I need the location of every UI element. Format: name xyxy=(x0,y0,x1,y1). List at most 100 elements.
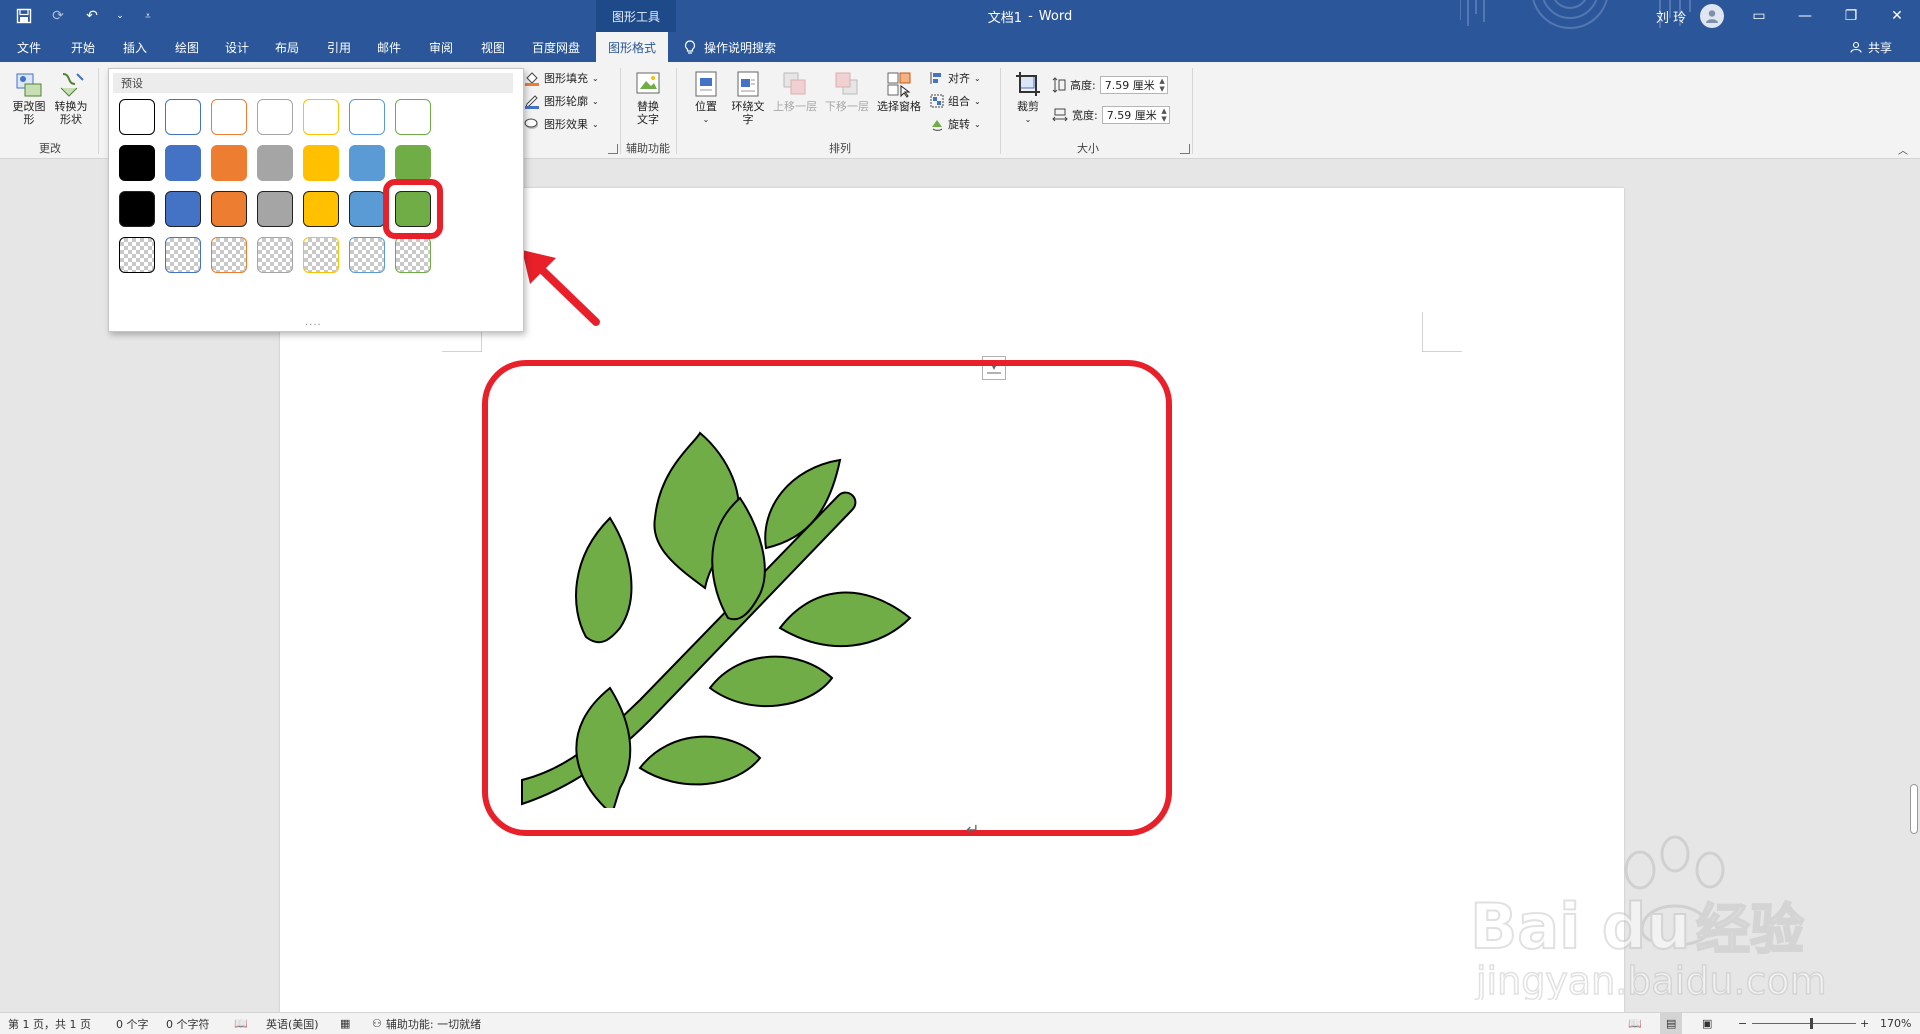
read-mode-icon[interactable]: 📖 xyxy=(1628,1013,1642,1034)
style-swatch-4-7[interactable] xyxy=(395,237,431,273)
style-swatch-2-1[interactable] xyxy=(119,145,155,181)
bring-forward-button[interactable]: 上移一层 xyxy=(770,70,820,113)
crop-button[interactable]: 裁剪 ⌄ xyxy=(1010,70,1046,126)
style-swatch-2-4[interactable] xyxy=(257,145,293,181)
page-count[interactable]: 第 1 页，共 1 页 xyxy=(8,1013,91,1034)
style-swatch-2-7[interactable] xyxy=(395,145,431,181)
context-tools-label: 图形工具 xyxy=(596,0,676,32)
tab-insert[interactable]: 插入 xyxy=(112,32,158,62)
style-swatch-2-5[interactable] xyxy=(303,145,339,181)
width-input[interactable]: 7.59 厘米 ▲ ▼ xyxy=(1101,106,1170,124)
tab-home[interactable]: 开始 xyxy=(60,32,106,62)
group-objects-button[interactable]: 组合 ⌄ xyxy=(930,93,981,109)
proofing-icon[interactable]: 📖 xyxy=(234,1013,248,1034)
style-swatch-1-2[interactable] xyxy=(165,99,201,135)
width-spinner-icon[interactable]: ▲ ▼ xyxy=(1161,107,1166,123)
group-icon xyxy=(930,94,944,108)
style-swatch-3-6[interactable] xyxy=(349,191,385,227)
zoom-in-icon[interactable]: + xyxy=(1860,1013,1869,1034)
group-separator xyxy=(676,68,677,154)
style-swatch-4-6[interactable] xyxy=(349,237,385,273)
shape-fill-button[interactable]: 图形填充 ⌄ xyxy=(524,70,599,86)
position-icon xyxy=(695,71,717,97)
gallery-more-handle[interactable]: .... xyxy=(305,317,322,328)
style-swatch-3-5[interactable] xyxy=(303,191,339,227)
style-swatch-1-1[interactable] xyxy=(119,99,155,135)
position-button[interactable]: 位置 ⌄ xyxy=(686,70,726,126)
send-backward-button[interactable]: 下移一层 xyxy=(822,70,872,113)
style-swatch-1-7[interactable] xyxy=(395,99,431,135)
style-swatch-3-2[interactable] xyxy=(165,191,201,227)
send-backward-icon xyxy=(835,72,858,95)
style-swatch-4-2[interactable] xyxy=(165,237,201,273)
selection-pane-button[interactable]: 选择窗格 xyxy=(874,70,924,113)
tab-references[interactable]: 引用 xyxy=(316,32,362,62)
shape-outline-button[interactable]: 图形轮廓 ⌄ xyxy=(524,93,599,109)
height-input[interactable]: 7.59 厘米 ▲ ▼ xyxy=(1099,76,1168,94)
print-layout-icon[interactable]: ▤ xyxy=(1660,1013,1683,1034)
zoom-slider[interactable] xyxy=(1752,1013,1856,1034)
share-button[interactable]: 共享 xyxy=(1850,32,1892,62)
vertical-scrollbar-thumb[interactable] xyxy=(1910,784,1918,834)
style-swatch-4-5[interactable] xyxy=(303,237,339,273)
web-layout-icon[interactable]: ▣ xyxy=(1702,1013,1712,1034)
wrap-text-button[interactable]: 环绕文字 xyxy=(728,70,768,126)
undo-icon[interactable]: ↶ xyxy=(82,6,102,26)
align-button[interactable]: 对齐 ⌄ xyxy=(930,70,981,86)
zoom-level[interactable]: 170% xyxy=(1880,1013,1911,1034)
char-count[interactable]: 0 个字符 xyxy=(166,1013,210,1034)
user-avatar-icon[interactable] xyxy=(1700,4,1724,28)
close-icon[interactable]: ✕ xyxy=(1874,0,1920,32)
rotate-button[interactable]: 旋转 ⌄ xyxy=(930,116,981,132)
accessibility-status[interactable]: ⚇ 辅助功能: 一切就绪 xyxy=(372,1013,481,1034)
tab-mailings[interactable]: 邮件 xyxy=(366,32,412,62)
tab-review[interactable]: 审阅 xyxy=(418,32,464,62)
save-icon[interactable] xyxy=(14,6,34,26)
watermark-url: jingyan.baidu.com xyxy=(1475,959,1827,1000)
alt-text-button[interactable]: 替换文字 xyxy=(628,70,668,126)
style-swatch-1-5[interactable] xyxy=(303,99,339,135)
margin-corner-top-right xyxy=(1422,312,1462,352)
tab-baidu-netdisk[interactable]: 百度网盘 xyxy=(522,32,590,62)
style-swatch-2-6[interactable] xyxy=(349,145,385,181)
customize-qat-icon[interactable]: ⩡ xyxy=(138,6,158,26)
restore-icon[interactable]: ❐ xyxy=(1828,0,1874,32)
style-swatch-4-1[interactable] xyxy=(119,237,155,273)
tab-file[interactable]: 文件 xyxy=(6,32,52,62)
style-swatch-3-4[interactable] xyxy=(257,191,293,227)
style-swatch-4-4[interactable] xyxy=(257,237,293,273)
style-swatch-3-3[interactable] xyxy=(211,191,247,227)
autosave-icon[interactable]: ⟳ xyxy=(48,6,68,26)
tab-draw[interactable]: 绘图 xyxy=(164,32,210,62)
user-name[interactable]: 刘 玲 xyxy=(1656,0,1686,32)
shape-styles-launcher-icon[interactable] xyxy=(608,144,618,154)
height-spinner-icon[interactable]: ▲ ▼ xyxy=(1159,77,1164,93)
minimize-icon[interactable]: — xyxy=(1782,0,1828,32)
zoom-slider-thumb[interactable] xyxy=(1810,1018,1813,1029)
change-shape-button[interactable]: 更改图形 xyxy=(10,70,48,126)
style-swatch-4-3[interactable] xyxy=(211,237,247,273)
width-value: 7.59 厘米 xyxy=(1106,109,1157,122)
macro-icon[interactable]: ▦ xyxy=(340,1013,350,1034)
tab-layout[interactable]: 布局 xyxy=(264,32,310,62)
style-swatch-1-4[interactable] xyxy=(257,99,293,135)
tab-design[interactable]: 设计 xyxy=(214,32,260,62)
undo-dropdown-icon[interactable]: ⌄ xyxy=(116,6,124,26)
size-launcher-icon[interactable] xyxy=(1180,144,1190,154)
title-separator: - xyxy=(1028,8,1033,24)
style-swatch-1-6[interactable] xyxy=(349,99,385,135)
ribbon-display-options-icon[interactable]: ▭ xyxy=(1736,0,1782,32)
tab-view[interactable]: 视图 xyxy=(470,32,516,62)
word-count[interactable]: 0 个字 xyxy=(116,1013,149,1034)
shape-effects-button[interactable]: 图形效果 ⌄ xyxy=(524,116,599,132)
style-swatch-3-1[interactable] xyxy=(119,191,155,227)
zoom-out-icon[interactable]: − xyxy=(1738,1013,1747,1034)
convert-to-shape-button[interactable]: 转换为形状 xyxy=(52,70,90,126)
style-swatch-1-3[interactable] xyxy=(211,99,247,135)
tell-me-search[interactable]: 操作说明搜索 xyxy=(684,32,776,62)
collapse-ribbon-icon[interactable]: ︿ xyxy=(1898,142,1908,157)
tab-shape-format[interactable]: 图形格式 xyxy=(596,32,668,62)
language[interactable]: 英语(美国) xyxy=(266,1013,319,1034)
style-swatch-2-3[interactable] xyxy=(211,145,247,181)
style-swatch-2-2[interactable] xyxy=(165,145,201,181)
